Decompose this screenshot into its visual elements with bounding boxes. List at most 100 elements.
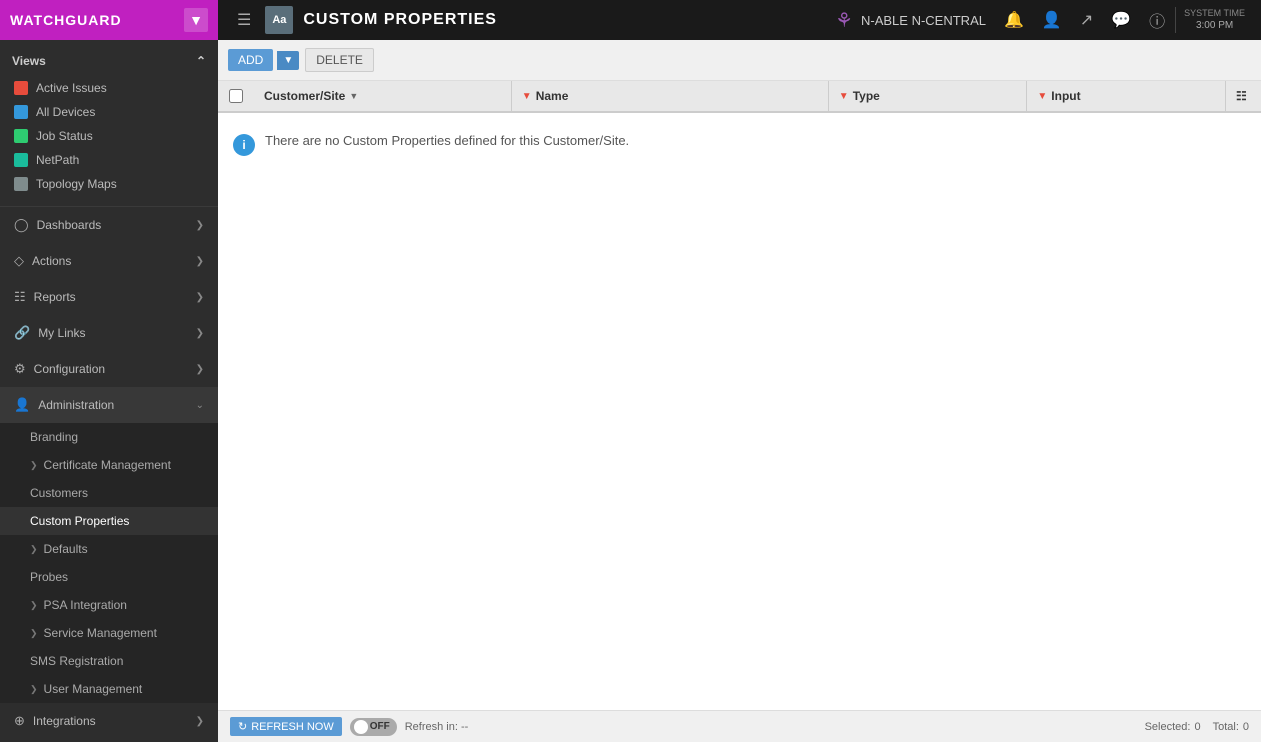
brand-icon: ⚘ xyxy=(835,8,853,33)
selected-stat: Selected: 0 xyxy=(1145,721,1201,733)
dashboards-label: Dashboards xyxy=(37,218,102,232)
integrations-label: Integrations xyxy=(33,714,96,728)
sub-item-custom-properties[interactable]: Custom Properties xyxy=(0,507,218,535)
table-header: Customer/Site ▼ ▼ Name ▼ Type ▼ Input ☷ xyxy=(218,81,1261,113)
service-mgmt-chevron: ❯ xyxy=(30,628,38,639)
total-stat: Total: 0 xyxy=(1213,721,1249,733)
reports-label: Reports xyxy=(34,290,76,304)
system-time: SYSTEM TIME 3:00 PM xyxy=(1175,7,1253,34)
header-middle: ☰ Aa CUSTOM PROPERTIES xyxy=(218,6,835,34)
logo-button[interactable]: ▼ xyxy=(184,8,208,32)
views-items: Active Issues All Devices Job Status Net… xyxy=(0,74,218,198)
selected-label: Selected: xyxy=(1145,721,1191,733)
actions-icon: ◇ xyxy=(14,253,24,269)
views-section: Views ⌃ Active Issues All Devices Job St… xyxy=(0,40,218,206)
job-status-icon xyxy=(14,129,28,143)
th-customer-site[interactable]: Customer/Site ▼ xyxy=(254,81,511,111)
system-time-label: SYSTEM TIME xyxy=(1184,7,1245,20)
sidebar-item-actions[interactable]: ◇ Actions ❯ xyxy=(0,243,218,279)
sub-item-branding[interactable]: Branding xyxy=(0,423,218,451)
empty-message: i There are no Custom Properties defined… xyxy=(218,113,1261,176)
sidebar-item-active-issues[interactable]: Active Issues xyxy=(0,76,218,100)
refresh-countdown: Refresh in: -- xyxy=(405,721,469,733)
psa-label: PSA Integration xyxy=(44,598,127,612)
active-issues-icon xyxy=(14,81,28,95)
th-column-actions[interactable]: ☷ xyxy=(1225,81,1261,111)
sub-item-user-management[interactable]: ❯ User Management xyxy=(0,675,218,703)
sidebar-item-reports[interactable]: ☷ Reports ❯ xyxy=(0,279,218,315)
user-button[interactable]: 👤 xyxy=(1034,4,1070,36)
auto-refresh-toggle[interactable]: OFF xyxy=(350,718,397,736)
sub-item-defaults[interactable]: ❯ Defaults xyxy=(0,535,218,563)
sub-item-customers[interactable]: Customers xyxy=(0,479,218,507)
sidebar-item-dashboards[interactable]: ◯ Dashboards ❯ xyxy=(0,207,218,243)
configuration-chevron: ❯ xyxy=(196,364,204,375)
custom-properties-label: Custom Properties xyxy=(30,514,129,528)
system-time-value: 3:00 PM xyxy=(1184,19,1245,33)
sidebar-item-all-devices[interactable]: All Devices xyxy=(0,100,218,124)
add-button[interactable]: ADD xyxy=(228,49,273,71)
sidebar-item-topology-maps[interactable]: Topology Maps xyxy=(0,172,218,196)
th-name-label: Name xyxy=(536,89,569,103)
chat-button[interactable]: 💬 xyxy=(1103,4,1139,36)
sidebar-item-integrations[interactable]: ⊕ Integrations ❯ xyxy=(0,703,218,739)
input-filter-icon: ▼ xyxy=(1037,91,1047,102)
sidebar-item-administration[interactable]: 👤 Administration ⌄ xyxy=(0,387,218,423)
views-label: Views xyxy=(12,54,46,68)
sidebar-item-netpath[interactable]: NetPath xyxy=(0,148,218,172)
views-header: Views ⌃ xyxy=(0,48,218,74)
th-name[interactable]: ▼ Name xyxy=(511,81,828,111)
branding-label: Branding xyxy=(30,430,78,444)
th-input[interactable]: ▼ Input xyxy=(1026,81,1225,111)
administration-chevron: ⌄ xyxy=(196,400,204,411)
notifications-button[interactable]: 🔔 xyxy=(996,4,1032,36)
total-count: 0 xyxy=(1243,721,1249,733)
sub-item-service-management[interactable]: ❯ Service Management xyxy=(0,619,218,647)
select-all-checkbox[interactable] xyxy=(229,89,243,103)
sidebar-item-my-links[interactable]: 🔗 My Links ❯ xyxy=(0,315,218,351)
delete-button[interactable]: DELETE xyxy=(305,48,374,72)
column-actions-icon: ☷ xyxy=(1236,89,1247,103)
sub-item-certificate-management[interactable]: ❯ Certificate Management xyxy=(0,451,218,479)
administration-label: Administration xyxy=(38,398,114,412)
logo-area: WATCHGUARD ▼ xyxy=(0,0,218,40)
sidebar-item-configuration[interactable]: ⚙ Configuration ❯ xyxy=(0,351,218,387)
add-dropdown-button[interactable]: ▼ xyxy=(277,51,299,70)
name-filter-icon: ▼ xyxy=(522,91,532,102)
header-checkbox-cell xyxy=(218,81,254,111)
toggle-label: OFF xyxy=(370,721,393,732)
brand-name: N-ABLE N-CENTRAL xyxy=(861,13,986,28)
psa-chevron: ❯ xyxy=(30,600,38,611)
administration-icon: 👤 xyxy=(14,397,30,413)
dashboards-chevron: ❯ xyxy=(196,220,204,231)
sub-item-probes[interactable]: Probes xyxy=(0,563,218,591)
table-container: Customer/Site ▼ ▼ Name ▼ Type ▼ Input ☷ xyxy=(218,81,1261,710)
sub-item-sms-registration[interactable]: SMS Registration xyxy=(0,647,218,675)
sms-label: SMS Registration xyxy=(30,654,123,668)
footer: ↻ REFRESH NOW OFF Refresh in: -- Selecte… xyxy=(218,710,1261,742)
customer-sort-icon: ▼ xyxy=(349,91,358,101)
probes-label: Probes xyxy=(30,570,68,584)
type-filter-icon: ▼ xyxy=(839,91,849,102)
all-devices-label: All Devices xyxy=(36,105,95,119)
page-icon: Aa xyxy=(265,6,293,34)
selected-count: 0 xyxy=(1194,721,1200,733)
netpath-label: NetPath xyxy=(36,153,79,167)
my-links-icon: 🔗 xyxy=(14,325,30,341)
help-button[interactable]: ⓘ xyxy=(1141,2,1173,38)
main-layout: Views ⌃ Active Issues All Devices Job St… xyxy=(0,40,1261,742)
sidebar-item-job-status[interactable]: Job Status xyxy=(0,124,218,148)
refresh-now-button[interactable]: ↻ REFRESH NOW xyxy=(230,717,342,736)
sub-item-psa-integration[interactable]: ❯ PSA Integration xyxy=(0,591,218,619)
actions-chevron: ❯ xyxy=(196,256,204,267)
active-issues-label: Active Issues xyxy=(36,81,107,95)
th-type[interactable]: ▼ Type xyxy=(828,81,1027,111)
empty-text: There are no Custom Properties defined f… xyxy=(265,133,629,148)
dashboards-icon: ◯ xyxy=(14,217,29,233)
collapse-button[interactable]: ☰ xyxy=(233,6,255,34)
integrations-icon: ⊕ xyxy=(14,713,25,729)
administration-sub-items: Branding ❯ Certificate Management Custom… xyxy=(0,423,218,703)
cert-mgmt-label: Certificate Management xyxy=(44,458,171,472)
export-button[interactable]: ↗ xyxy=(1072,4,1101,36)
defaults-label: Defaults xyxy=(44,542,88,556)
